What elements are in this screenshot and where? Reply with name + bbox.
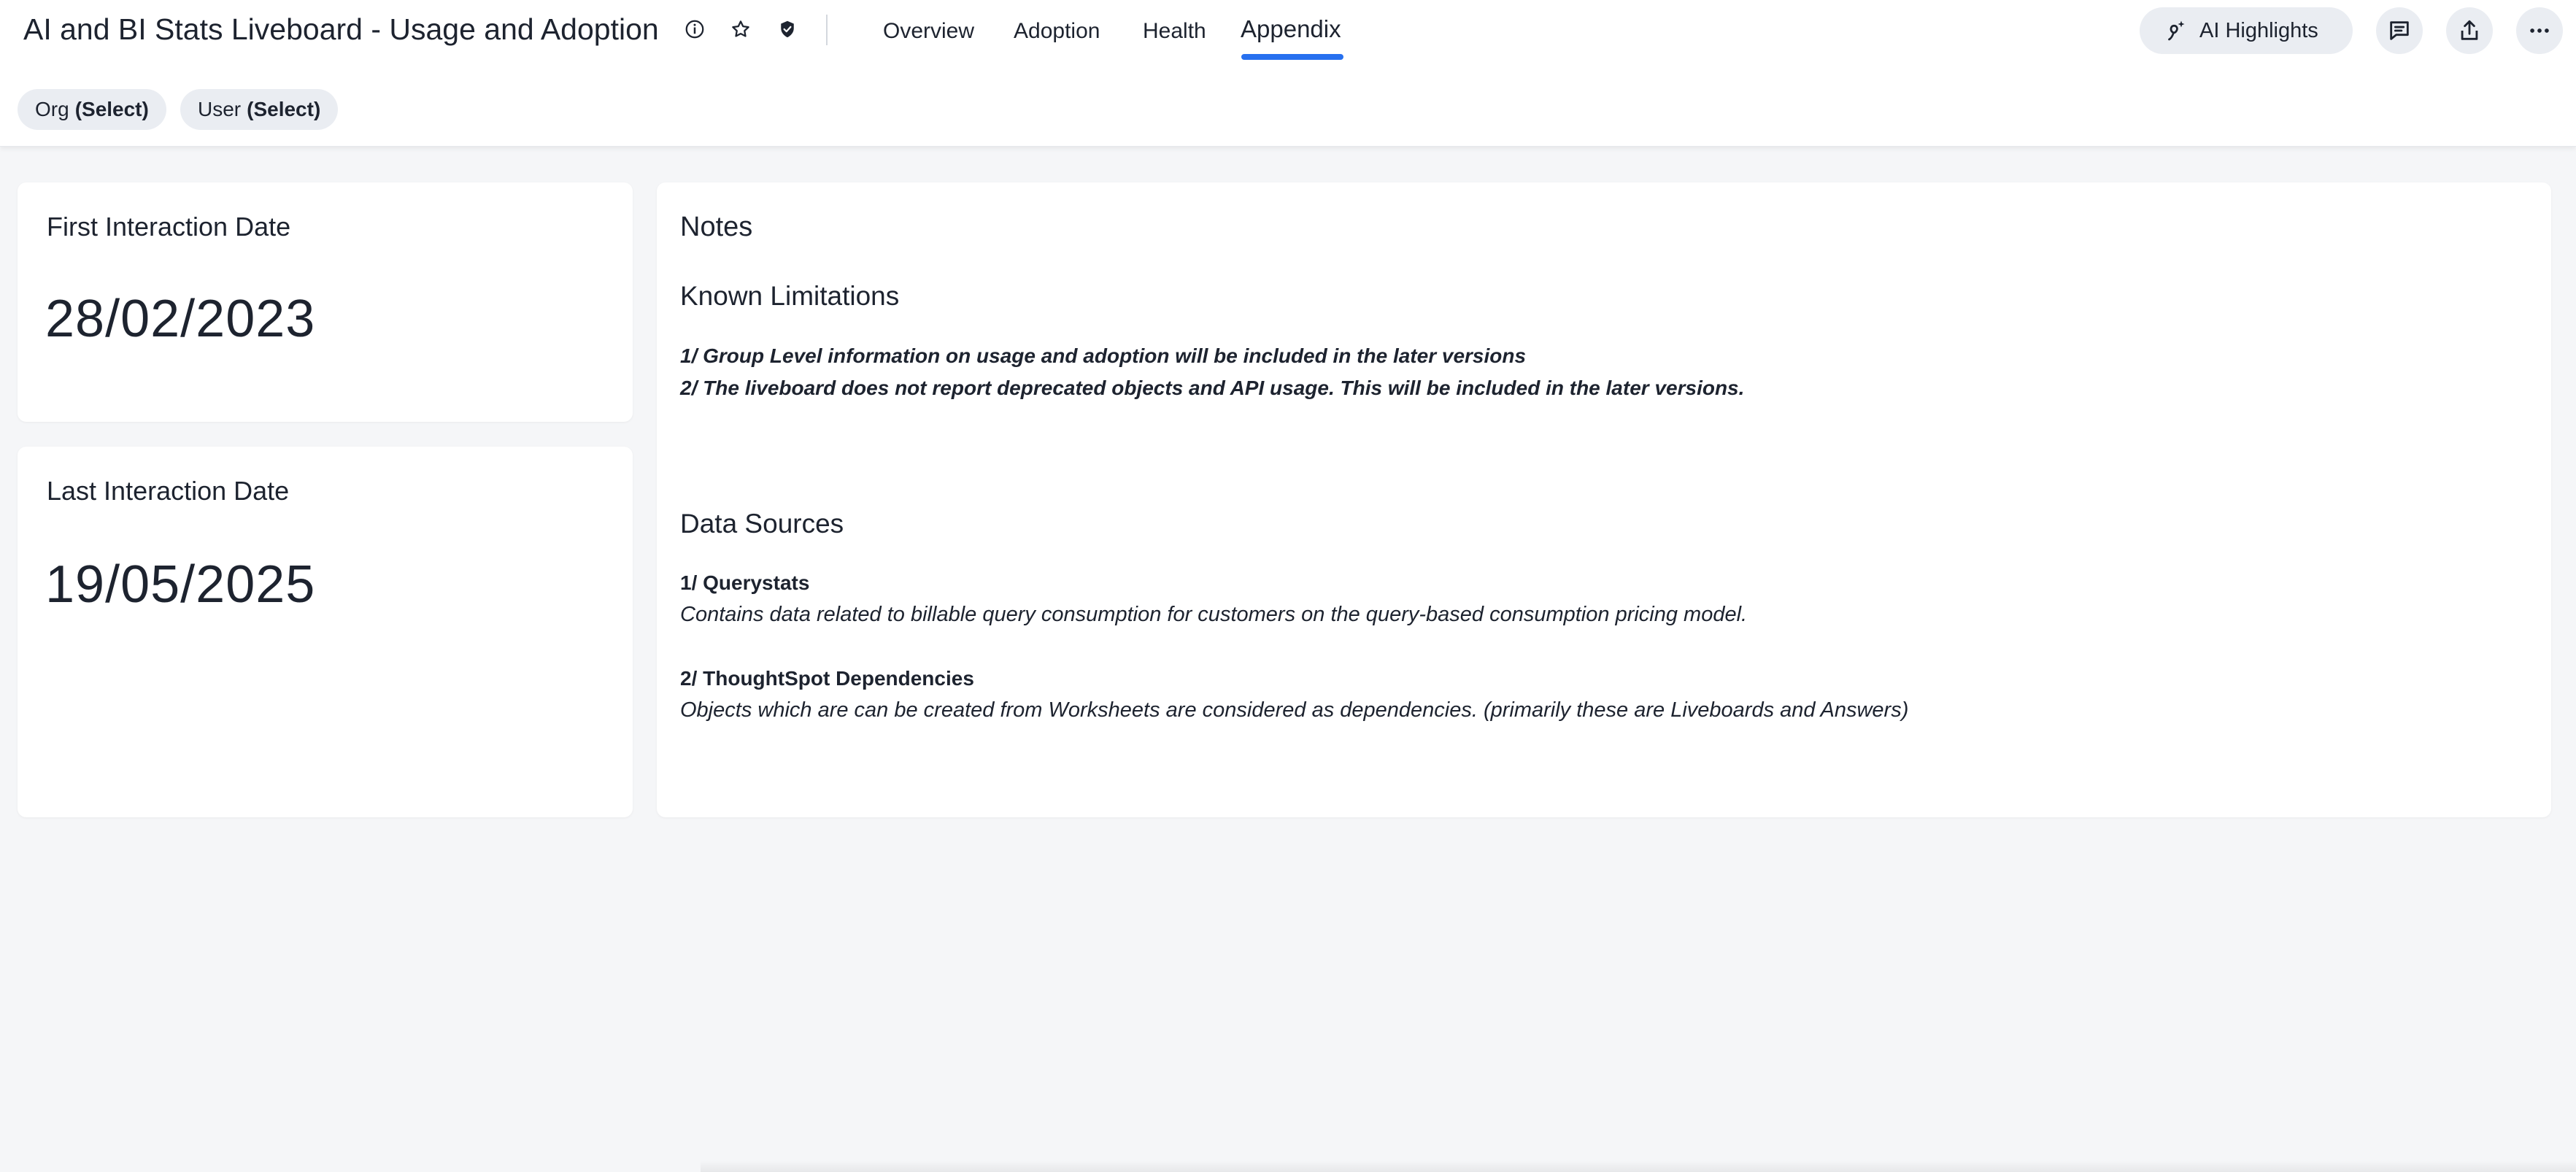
last-interaction-card[interactable]: Last Interaction Date 19/05/2025 xyxy=(18,447,633,817)
first-interaction-card[interactable]: First Interaction Date 28/02/2023 xyxy=(18,182,633,422)
tab-appendix[interactable]: Appendix xyxy=(1241,14,1341,45)
last-interaction-value: 19/05/2025 xyxy=(45,555,316,614)
notes-title: Notes xyxy=(680,212,753,242)
first-interaction-value: 28/02/2023 xyxy=(45,290,316,348)
share-icon xyxy=(2461,20,2478,40)
data-sources-heading: Data Sources xyxy=(680,509,844,539)
org-filter-chip[interactable]: Org (Select) xyxy=(18,89,166,130)
ai-highlights-label: AI Highlights xyxy=(2199,18,2318,42)
data-source-title: 1/ Querystats xyxy=(680,571,810,594)
limitation-item: 1/ Group Level information on usage and … xyxy=(680,344,1527,367)
org-filter-value: (Select) xyxy=(74,98,149,120)
tab-overview[interactable]: Overview xyxy=(883,16,974,47)
data-source-description: Contains data related to billable query … xyxy=(680,603,1748,626)
known-limitations-heading: Known Limitations xyxy=(680,281,900,311)
header-divider xyxy=(826,15,828,45)
last-interaction-title: Last Interaction Date xyxy=(47,476,290,506)
info-icon[interactable] xyxy=(680,15,709,44)
active-tab-indicator xyxy=(1241,54,1343,60)
ai-highlights-button[interactable]: AI Highlights xyxy=(2140,7,2353,54)
data-source-description: Objects which are can be created from Wo… xyxy=(680,698,1909,722)
liveboard-title[interactable]: AI and BI Stats Liveboard - Usage and Ad… xyxy=(23,10,663,48)
more-icon xyxy=(2530,28,2549,33)
user-filter-name: User xyxy=(198,98,242,120)
star-icon[interactable] xyxy=(726,15,755,44)
liveboard-header: AI and BI Stats Liveboard - Usage and Ad… xyxy=(0,0,2576,147)
data-source-title: 2/ ThoughtSpot Dependencies xyxy=(680,667,974,690)
limitation-item: 2/ The liveboard does not report depreca… xyxy=(680,377,1745,399)
verified-icon[interactable] xyxy=(773,15,802,44)
bottom-shadow xyxy=(701,1160,2576,1172)
comment-button[interactable] xyxy=(2376,7,2423,54)
sparkle-icon xyxy=(2168,20,2185,41)
user-filter-chip[interactable]: User (Select) xyxy=(180,89,339,130)
notes-card[interactable]: Notes Known Limitations 1/ Group Level i… xyxy=(657,182,2551,817)
more-options-button[interactable] xyxy=(2516,7,2563,54)
share-button[interactable] xyxy=(2446,7,2493,54)
tab-health[interactable]: Health xyxy=(1143,16,1206,47)
comment-icon xyxy=(2390,21,2409,40)
first-interaction-title: First Interaction Date xyxy=(47,212,291,242)
tab-adoption[interactable]: Adoption xyxy=(1014,16,1100,47)
user-filter-value: (Select) xyxy=(247,98,321,120)
org-filter-name: Org xyxy=(35,98,69,120)
